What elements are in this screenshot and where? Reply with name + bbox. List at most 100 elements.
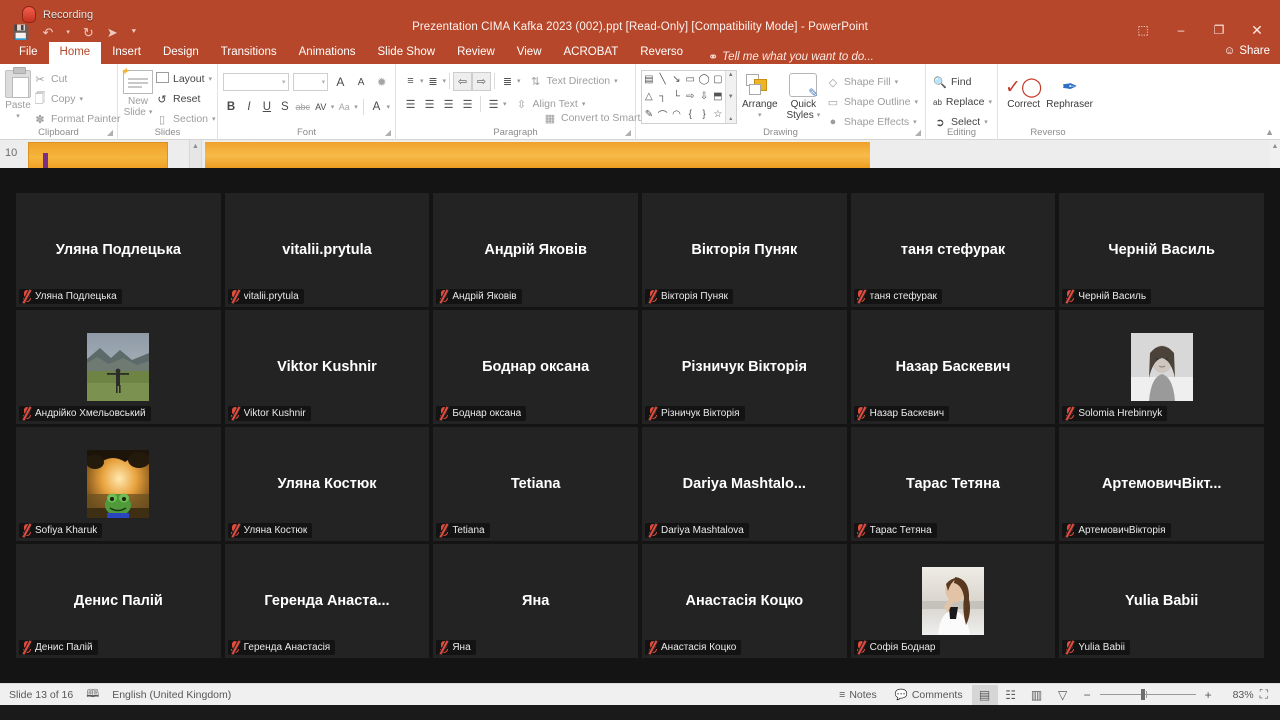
shapes-scroll-down-icon[interactable]: ▼: [728, 94, 734, 100]
decrease-font-size-button[interactable]: A: [353, 72, 370, 92]
cut-button[interactable]: ✂ Cut: [31, 69, 122, 89]
underline-button[interactable]: U: [259, 97, 275, 117]
font-color-caret-icon[interactable]: ▾: [386, 103, 390, 111]
notes-button[interactable]: ≡ Notes: [830, 684, 886, 706]
shape-freeform-icon[interactable]: ✎: [642, 106, 656, 123]
quick-styles-button[interactable]: Quick Styles ▾: [783, 70, 824, 121]
shape-triangle-icon[interactable]: △: [642, 88, 656, 105]
zoom-track[interactable]: [1100, 694, 1196, 695]
increase-font-size-button[interactable]: A: [332, 72, 349, 92]
fit-slide-to-window-button[interactable]: ⛶: [1254, 687, 1274, 702]
participant-tile[interactable]: АртемовичВікт... АртемовичВікторія: [1059, 427, 1264, 541]
reading-view-button[interactable]: ▥: [1024, 685, 1050, 705]
participant-tile[interactable]: Sofiya Kharuk: [16, 427, 221, 541]
shape-curve-icon[interactable]: ◠: [670, 106, 684, 123]
participant-tile[interactable]: таня стефурак таня стефурак: [851, 193, 1056, 307]
shape-rectangle-icon[interactable]: ▭: [683, 71, 697, 88]
shape-oval-icon[interactable]: ◯: [697, 71, 711, 88]
change-case-button[interactable]: Aa: [336, 97, 352, 117]
participant-tile[interactable]: Solomia Hrebinnyk: [1059, 310, 1264, 424]
share-button[interactable]: ☺ Share: [1224, 45, 1270, 57]
shape-outline-button[interactable]: ▭ Shape Outline ▾: [824, 92, 920, 112]
italic-button[interactable]: I: [241, 97, 257, 117]
font-size-input[interactable]: ▾: [293, 73, 329, 91]
participant-tile[interactable]: Viktor Kushnir Viktor Kushnir: [225, 310, 430, 424]
language-indicator[interactable]: English (United Kingdom): [112, 689, 231, 701]
zoom-percent-label[interactable]: 83%: [1220, 689, 1254, 701]
rephraser-button[interactable]: ✒ Rephraser: [1046, 73, 1093, 110]
shapes-scrollbar[interactable]: ▲ ▼ ▴: [725, 71, 736, 123]
participant-tile[interactable]: Назар Баскевич Назар Баскевич: [851, 310, 1056, 424]
clear-formatting-icon[interactable]: ✹: [373, 72, 390, 92]
font-name-input[interactable]: ▾: [223, 73, 289, 91]
font-dialog-launcher-icon[interactable]: ◢: [385, 128, 391, 137]
reset-button[interactable]: ↺ Reset: [153, 89, 218, 109]
shapes-gallery[interactable]: ▤ ╲ ↘ ▭ ◯ ▢ △ ┐ └ ⇨ ⇩ ⬒ ✎ ⌒ ◠: [641, 70, 737, 124]
participant-tile[interactable]: Різничук Вікторія Різничук Вікторія: [642, 310, 847, 424]
line-spacing-button[interactable]: ≣: [498, 72, 517, 91]
comments-button[interactable]: 💬 Comments: [886, 684, 972, 706]
shape-rounded-rect-icon[interactable]: ▢: [711, 71, 725, 88]
shape-left-brace-icon[interactable]: {: [683, 106, 697, 123]
text-direction-button[interactable]: ⇅ Text Direction ▾: [527, 71, 620, 91]
participant-tile[interactable]: Анастасія Коцко Анастасія Коцко: [642, 544, 847, 658]
section-button[interactable]: ▯ Section ▾: [153, 109, 218, 129]
decrease-indent-button[interactable]: ⇦: [453, 72, 472, 91]
participant-tile[interactable]: Андрійко Хмельовський: [16, 310, 221, 424]
bold-button[interactable]: B: [223, 97, 239, 117]
strikethrough-button[interactable]: abc: [295, 97, 311, 117]
numbering-button[interactable]: ≣: [424, 72, 443, 91]
normal-view-button[interactable]: ▤: [972, 685, 998, 705]
zoom-slider[interactable]: − +: [1076, 688, 1220, 702]
find-button[interactable]: 🔍 Find: [931, 72, 992, 92]
shape-star-icon[interactable]: ☆: [711, 106, 725, 123]
paste-button[interactable]: Paste ▾: [5, 67, 31, 122]
shape-down-arrow-icon[interactable]: ⇩: [697, 88, 711, 105]
correct-button[interactable]: ✓◯ Correct: [1003, 73, 1044, 110]
tab-review[interactable]: Review: [446, 42, 506, 64]
paragraph-dialog-launcher-icon[interactable]: ◢: [625, 128, 631, 137]
close-icon[interactable]: ✕: [1238, 18, 1276, 42]
shape-arc-icon[interactable]: ⌒: [656, 106, 670, 123]
tell-me-search[interactable]: ⚭ Tell me what you want to do...: [694, 50, 874, 64]
shape-arrow-icon[interactable]: ↘: [670, 71, 684, 88]
participant-tile[interactable]: Андрій Яковів Андрій Яковів: [433, 193, 638, 307]
tab-file[interactable]: File: [8, 42, 49, 64]
shapes-scroll-up-icon[interactable]: ▲: [728, 72, 734, 78]
participant-tile[interactable]: Боднар оксана Боднар оксана: [433, 310, 638, 424]
tab-slide-show[interactable]: Slide Show: [367, 42, 447, 64]
change-case-caret-icon[interactable]: ▾: [354, 103, 358, 111]
restore-icon[interactable]: ❐: [1200, 18, 1238, 42]
spelling-icon[interactable]: 🕮: [86, 685, 99, 704]
participant-tile[interactable]: Софія Боднар: [851, 544, 1056, 658]
shape-elbow-connector-icon[interactable]: ┐: [656, 88, 670, 105]
shape-pentagon-icon[interactable]: ⬒: [711, 88, 725, 105]
ribbon-display-options-icon[interactable]: ⬚: [1124, 18, 1162, 42]
bullets-button[interactable]: ≡: [401, 72, 420, 91]
tab-reverso[interactable]: Reverso: [629, 42, 694, 64]
slide-show-button[interactable]: ▽: [1050, 685, 1076, 705]
tab-transitions[interactable]: Transitions: [210, 42, 288, 64]
shape-line-icon[interactable]: ╲: [656, 71, 670, 88]
participant-tile[interactable]: Уляна Костюк Уляна Костюк: [225, 427, 430, 541]
tab-home[interactable]: Home: [49, 42, 102, 64]
columns-caret-icon[interactable]: ▾: [503, 100, 507, 108]
collapse-ribbon-icon[interactable]: ▲: [1265, 127, 1274, 137]
shape-textbox-icon[interactable]: ▤: [642, 71, 656, 88]
slide-indicator[interactable]: Slide 13 of 16: [9, 689, 73, 701]
pane-splitter[interactable]: ▲: [190, 140, 202, 170]
shape-right-brace-icon[interactable]: }: [697, 106, 711, 123]
minimize-icon[interactable]: –: [1162, 18, 1200, 42]
participant-tile[interactable]: vitalii.prytula vitalii.prytula: [225, 193, 430, 307]
clipboard-dialog-launcher-icon[interactable]: ◢: [107, 128, 113, 137]
tab-view[interactable]: View: [506, 42, 553, 64]
character-spacing-button[interactable]: AV: [313, 97, 329, 117]
participant-tile[interactable]: Геренда Анаста... Геренда Анастасія: [225, 544, 430, 658]
copy-button[interactable]: 🗍 Copy ▾: [31, 89, 122, 109]
participant-tile[interactable]: Dariya Mashtalo... Dariya Mashtalova: [642, 427, 847, 541]
zoom-out-button[interactable]: −: [1082, 688, 1093, 702]
character-spacing-caret-icon[interactable]: ▾: [331, 103, 335, 111]
layout-button[interactable]: Layout ▾: [153, 69, 218, 89]
participant-tile[interactable]: Tetiana Tetiana: [433, 427, 638, 541]
tab-insert[interactable]: Insert: [101, 42, 152, 64]
